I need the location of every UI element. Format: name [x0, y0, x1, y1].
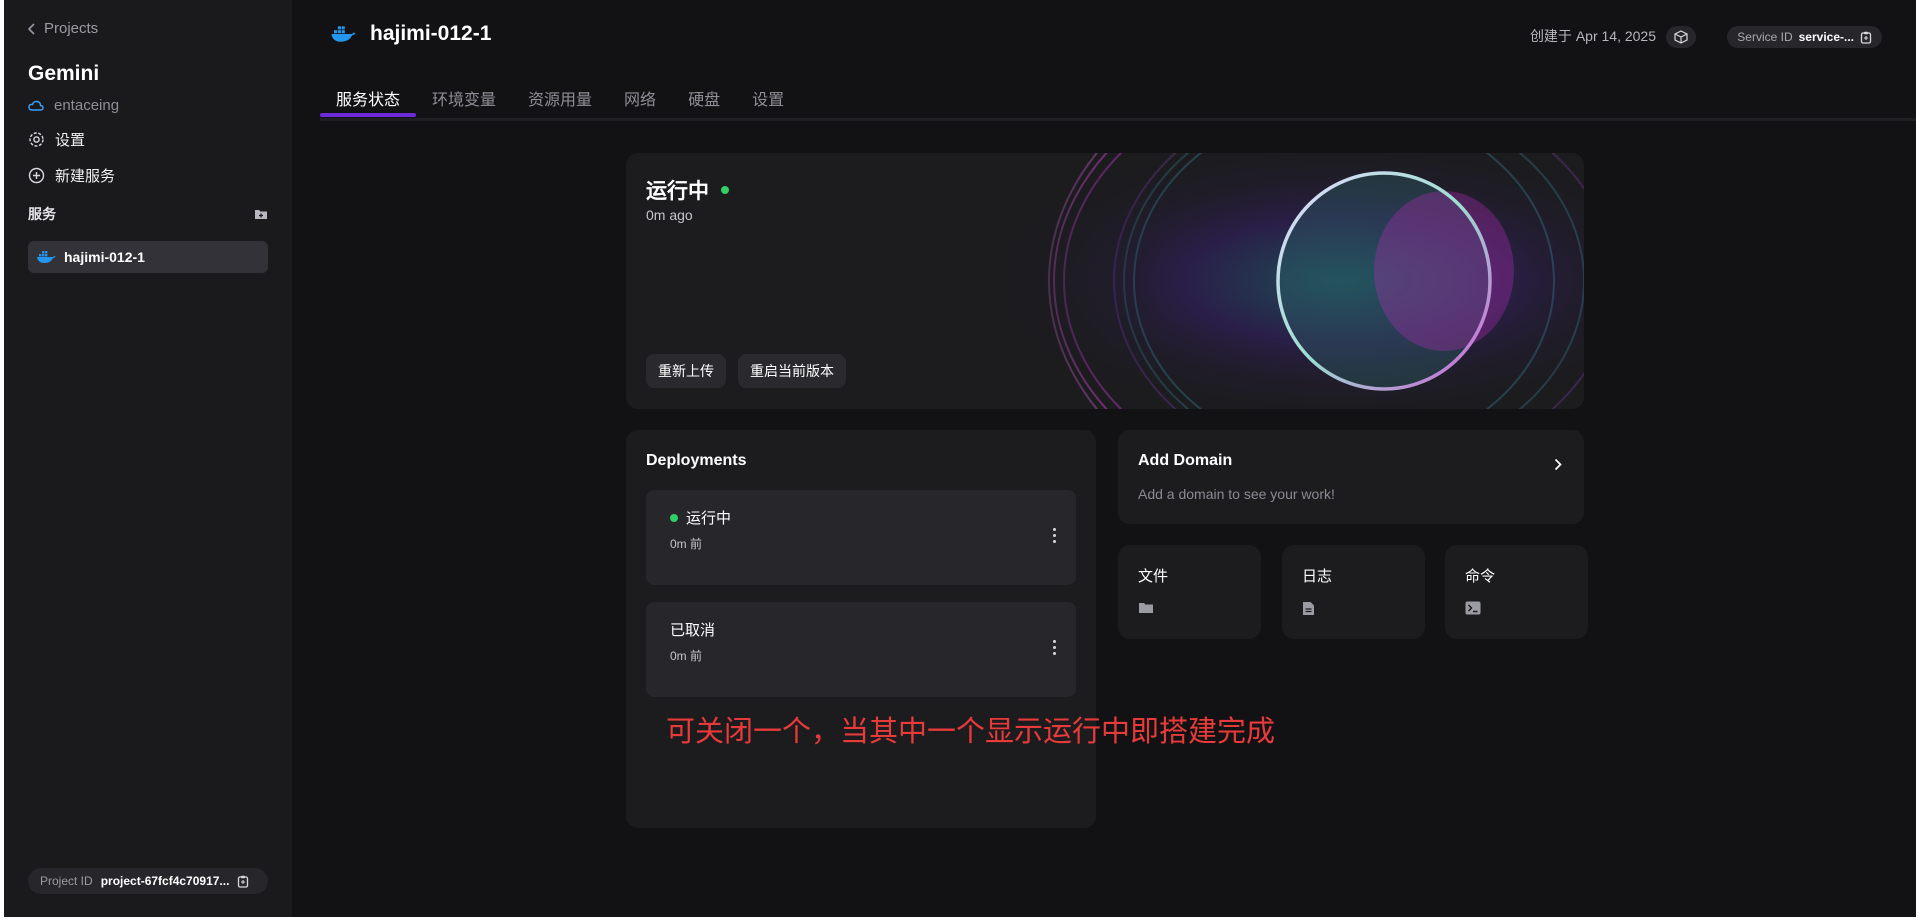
tab-network[interactable]: 网络 [608, 82, 672, 114]
folder-icon [1139, 603, 1153, 613]
service-status: 运行中 [646, 175, 729, 205]
gear-icon [29, 132, 44, 147]
terminal-icon [1465, 601, 1481, 615]
service-id-value: service-... [1798, 30, 1854, 44]
service-title: hajimi-012-1 [330, 22, 491, 46]
sidebar-item-new-service[interactable]: 新建服务 [28, 165, 115, 186]
workspace-label: entaceing [28, 97, 119, 114]
folder-add-icon[interactable] [254, 208, 268, 220]
service-id-label: Service ID [1737, 30, 1793, 44]
files-card-label: 文件 [1138, 568, 1169, 585]
deployments-title: Deployments [646, 452, 747, 469]
sidebar-item-service[interactable]: hajimi-012-1 [28, 241, 268, 273]
tab-resource-usage[interactable]: 资源用量 [512, 82, 608, 114]
main-content: hajimi-012-1 创建于 Apr 14, 2025 Service ID… [292, 0, 1916, 917]
reupload-button[interactable]: 重新上传 [646, 354, 726, 388]
add-domain-title: Add Domain [1138, 452, 1233, 469]
project-id-pill: Project ID project-67fcf4c70917... [28, 868, 268, 894]
created-date: 创建于 Apr 14, 2025 [1529, 28, 1656, 44]
top-bar: hajimi-012-1 创建于 Apr 14, 2025 Service ID… [292, 0, 1916, 72]
copy-icon[interactable] [1860, 31, 1872, 44]
workspace-name: entaceing [54, 97, 120, 114]
status-hero-card: 运行中 0m ago 重新上传 重启当前版本 [626, 153, 1584, 409]
logs-card[interactable]: 日志 [1282, 545, 1425, 639]
hero-ring-illustration [944, 153, 1584, 409]
docker-icon [37, 251, 56, 263]
deployments-card: Deployments 运行中 0m 前 已取消 0m 前 [626, 430, 1096, 828]
running-status-dot [721, 186, 729, 194]
services-section-header: 服务 [28, 204, 268, 224]
deployment-status: 已取消 [670, 619, 715, 640]
chevron-right-icon [1554, 458, 1562, 471]
deployment-time: 0m 前 [670, 537, 703, 551]
running-status-dot [670, 513, 678, 522]
cloud-icon [28, 100, 44, 111]
more-options-icon[interactable] [1053, 640, 1056, 655]
tab-env-vars[interactable]: 环境变量 [416, 82, 512, 114]
tab-bar: 服务状态 环境变量 资源用量 网络 硬盘 设置 [320, 82, 1916, 121]
add-domain-card[interactable]: Add Domain Add a domain to see your work… [1118, 430, 1584, 524]
services-header-label: 服务 [28, 206, 56, 222]
chevron-left-icon [28, 22, 35, 35]
deployment-status-text: 已取消 [670, 622, 716, 639]
app-window: Projects Gemini entaceing 设置 新建服务 服务 haj… [4, 0, 1916, 917]
deployment-item[interactable]: 运行中 0m 前 [646, 490, 1076, 585]
service-title-text: hajimi-012-1 [370, 22, 492, 45]
restart-current-version-button[interactable]: 重启当前版本 [738, 354, 846, 388]
sidebar-item-label: 设置 [55, 132, 86, 149]
back-to-projects-link[interactable]: Projects [28, 20, 98, 37]
project-id-label: Project ID [40, 874, 93, 888]
deployment-status-text: 运行中 [686, 510, 732, 527]
service-name: hajimi-012-1 [64, 249, 145, 265]
tab-settings[interactable]: 设置 [736, 82, 800, 114]
annotation-note: 可关闭一个，当其中一个显示运行中即搭建完成 [666, 716, 1276, 748]
logs-card-label: 日志 [1302, 568, 1333, 585]
cube-button[interactable] [1666, 26, 1696, 48]
add-domain-subtitle: Add a domain to see your work! [1138, 486, 1335, 502]
commands-card-label: 命令 [1465, 568, 1496, 585]
project-name: Gemini [28, 62, 100, 85]
sidebar-item-settings[interactable]: 设置 [28, 129, 85, 150]
sidebar: Projects Gemini entaceing 设置 新建服务 服务 haj… [4, 0, 292, 917]
more-options-icon[interactable] [1053, 528, 1056, 543]
project-id-value: project-67fcf4c70917... [100, 874, 230, 888]
deployment-status: 运行中 [670, 507, 731, 528]
file-icon [1303, 602, 1314, 615]
service-id-pill: Service ID service-... [1727, 26, 1882, 48]
tab-disk[interactable]: 硬盘 [672, 82, 736, 114]
cube-icon [1674, 30, 1688, 44]
back-link-label: Projects [44, 20, 99, 37]
sidebar-item-label: 新建服务 [55, 168, 116, 185]
copy-icon[interactable] [237, 875, 249, 888]
deployment-time: 0m 前 [670, 649, 703, 663]
status-time: 0m ago [646, 207, 693, 223]
files-card[interactable]: 文件 [1118, 545, 1261, 639]
commands-card[interactable]: 命令 [1445, 545, 1588, 639]
tab-service-status[interactable]: 服务状态 [320, 82, 417, 117]
deployment-item[interactable]: 已取消 0m 前 [646, 602, 1076, 697]
docker-icon [331, 26, 356, 42]
service-status-text: 运行中 [646, 180, 709, 203]
plus-circle-icon [28, 167, 45, 184]
